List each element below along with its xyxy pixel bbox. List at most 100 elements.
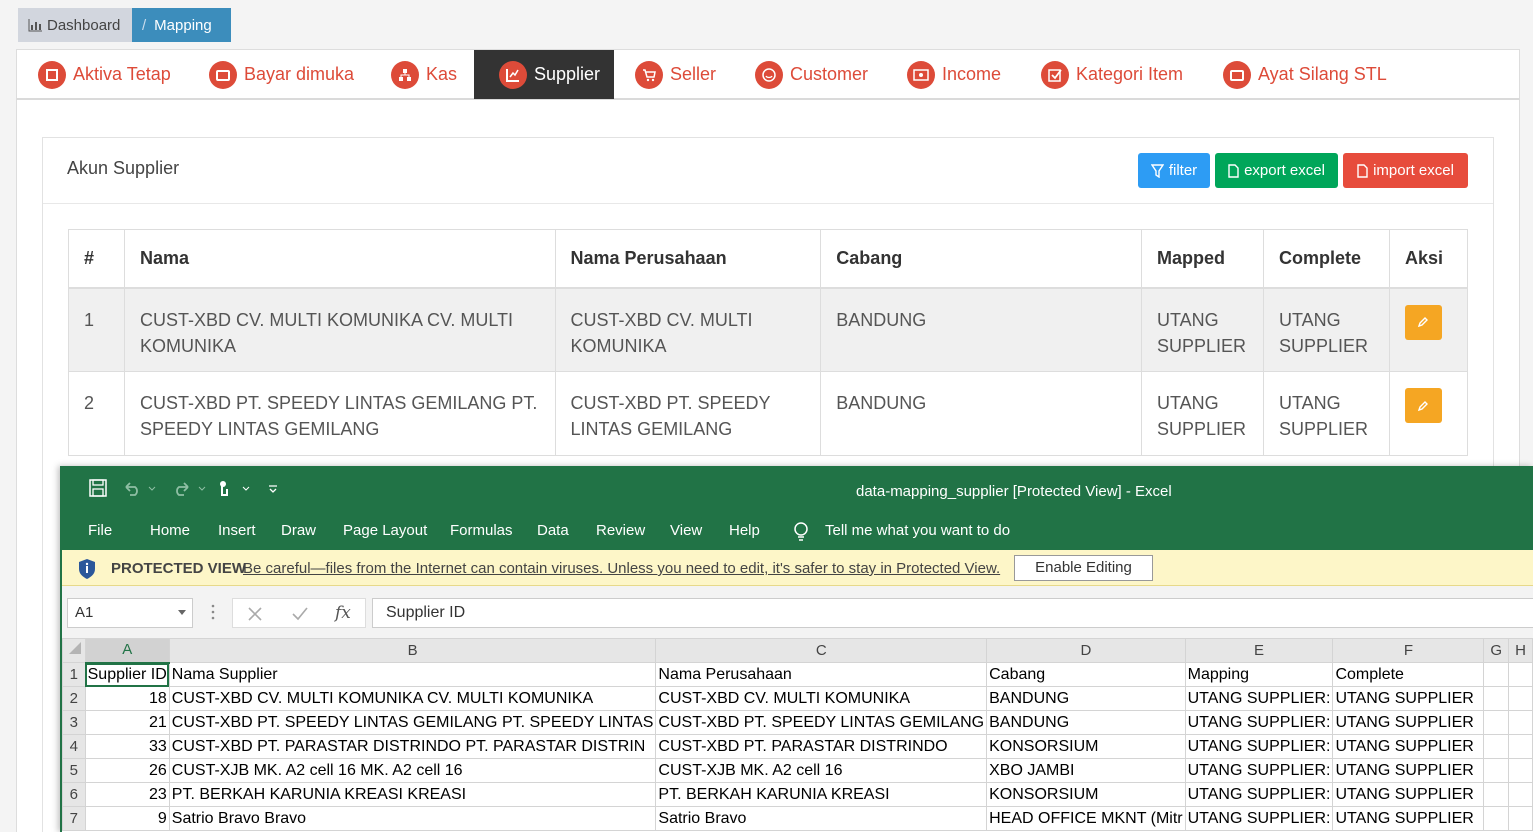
tab-bayar-dimuka[interactable]: Bayar dimuka [209,50,359,99]
sheet-cell[interactable] [1483,686,1510,711]
sheet-cell[interactable] [1508,782,1533,807]
sheet-cell[interactable]: UTANG SUPPLIER [1332,710,1485,735]
sheet-cell[interactable] [1508,806,1533,831]
tab-ayat-silang-stl[interactable]: Ayat Silang STL [1223,50,1393,99]
enable-editing-button[interactable]: Enable Editing [1014,555,1153,581]
sheet-cell[interactable]: HEAD OFFICE MKNT (Mitr [986,806,1186,831]
sheet-cell[interactable]: UTANG SUPPLIER: [1184,686,1334,711]
sheet-cell[interactable]: UTANG SUPPLIER [1332,806,1485,831]
sheet-cell[interactable]: UTANG SUPPLIER: [1184,806,1334,831]
tab-aktiva-tetap[interactable]: Aktiva Tetap [38,50,178,99]
sheet-cell[interactable]: PT. BERKAH KARUNIA KREASI [655,782,988,807]
sheet-cell[interactable]: Mapping [1184,662,1334,687]
row-header[interactable]: 6 [62,782,86,807]
sheet-cell[interactable] [1483,662,1510,687]
tab-income[interactable]: Income [907,50,1007,99]
breadcrumb-mapping[interactable]: / Mapping [132,8,231,42]
row-header[interactable]: 3 [62,710,86,735]
undo-icon[interactable] [122,479,158,497]
formula-input[interactable]: Supplier ID [372,598,1533,628]
ribbon-tab-home[interactable]: Home [150,522,190,539]
select-all-corner[interactable] [62,638,86,663]
sheet-cell[interactable] [1483,734,1510,759]
sheet-cell[interactable] [1508,734,1533,759]
sheet-cell[interactable]: KONSORSIUM [986,782,1186,807]
sheet-cell[interactable] [1508,710,1533,735]
sheet-cell[interactable]: Nama Perusahaan [655,662,988,687]
column-header-c[interactable]: C [655,638,988,663]
sheet-cell[interactable] [1508,758,1533,783]
sheet-cell[interactable]: Complete [1332,662,1485,687]
enter-check-icon[interactable] [291,606,309,622]
sheet-cell[interactable]: Nama Supplier [168,662,657,687]
sheet-cell[interactable] [1483,806,1510,831]
breadcrumb-dashboard[interactable]: Dashboard [18,8,132,42]
sheet-cell[interactable]: CUST-XBD PT. SPEEDY LINTAS GEMILANG [655,710,988,735]
ribbon-tab-formulas[interactable]: Formulas [450,522,513,539]
sheet-cell[interactable]: UTANG SUPPLIER: [1184,710,1334,735]
ribbon-tab-view[interactable]: View [670,522,702,539]
sheet-cell[interactable]: Satrio Bravo Bravo [168,806,657,831]
sheet-cell[interactable]: 23 [84,782,170,807]
ribbon-tab-insert[interactable]: Insert [218,522,256,539]
sheet-cell[interactable]: CUST-XJB MK. A2 cell 16 [655,758,988,783]
sheet-cell[interactable]: 9 [84,806,170,831]
tab-supplier[interactable]: Supplier [474,50,614,99]
edit-button[interactable] [1404,304,1442,340]
column-header-h[interactable]: H [1508,638,1533,663]
sheet-cell[interactable]: CUST-XBD PT. PARASTAR DISTRINDO PT. PARA… [168,734,657,759]
sheet-cell[interactable]: 18 [84,686,170,711]
import-excel-button[interactable]: import excel [1343,153,1468,188]
sheet-cell[interactable]: 21 [84,710,170,735]
sheet-cell[interactable] [1483,758,1510,783]
ribbon-tab-review[interactable]: Review [596,522,645,539]
export-excel-button[interactable]: export excel [1215,153,1338,188]
filter-button[interactable]: filter [1138,153,1210,188]
sheet-cell[interactable]: UTANG SUPPLIER [1332,686,1485,711]
column-header-e[interactable]: E [1184,638,1334,663]
column-header-g[interactable]: G [1483,638,1510,663]
sheet-cell[interactable]: KONSORSIUM [986,734,1186,759]
column-header-d[interactable]: D [986,638,1186,663]
ribbon-tab-draw[interactable]: Draw [281,522,316,539]
insert-function-icon[interactable]: fx [335,603,351,623]
sheet-cell[interactable]: Satrio Bravo [655,806,988,831]
ribbon-tab-file[interactable]: File [88,522,112,539]
sheet-cell[interactable]: BANDUNG [986,686,1186,711]
sheet-cell[interactable]: PT. BERKAH KARUNIA KREASI KREASI [168,782,657,807]
sheet-cell[interactable]: UTANG SUPPLIER: [1184,782,1334,807]
sheet-cell[interactable]: CUST-XBD PT. PARASTAR DISTRINDO [655,734,988,759]
name-box[interactable]: A1 [67,598,193,628]
tell-me-search[interactable]: Tell me what you want to do [825,522,1010,539]
row-header[interactable]: 4 [62,734,86,759]
sheet-cell[interactable]: CUST-XBD PT. SPEEDY LINTAS GEMILANG PT. … [168,710,657,735]
sheet-cell[interactable]: CUST-XJB MK. A2 cell 16 MK. A2 cell 16 [168,758,657,783]
row-header[interactable]: 5 [62,758,86,783]
tab-kas[interactable]: Kas [391,50,461,99]
tab-seller[interactable]: Seller [635,50,725,99]
sheet-cell[interactable]: UTANG SUPPLIER: [1184,734,1334,759]
sheet-cell[interactable] [1508,686,1533,711]
sheet-cell[interactable]: 26 [84,758,170,783]
sheet-cell[interactable]: Supplier ID [84,662,170,687]
sheet-cell[interactable]: 33 [84,734,170,759]
touch-mode-icon[interactable] [215,479,251,497]
sheet-cell[interactable]: Cabang [986,662,1186,687]
column-header-f[interactable]: F [1332,638,1485,663]
customize-toolbar-icon[interactable] [267,479,279,497]
sheet-cell[interactable]: XBO JAMBI [986,758,1186,783]
row-header[interactable]: 1 [62,662,86,687]
tab-customer[interactable]: Customer [755,50,870,99]
sheet-cell[interactable]: UTANG SUPPLIER [1332,782,1485,807]
column-header-a[interactable]: A [84,638,170,664]
row-header[interactable]: 7 [62,806,86,831]
sheet-cell[interactable]: CUST-XBD CV. MULTI KOMUNIKA CV. MULTI KO… [168,686,657,711]
sheet-cell[interactable]: UTANG SUPPLIER [1332,758,1485,783]
column-header-b[interactable]: B [168,638,657,663]
sheet-cell[interactable]: CUST-XBD CV. MULTI KOMUNIKA [655,686,988,711]
ribbon-tab-page-layout[interactable]: Page Layout [343,522,427,539]
sheet-cell[interactable] [1508,662,1533,687]
edit-button[interactable] [1404,388,1442,423]
row-header[interactable]: 2 [62,686,86,711]
sheet-cell[interactable]: UTANG SUPPLIER: [1184,758,1334,783]
